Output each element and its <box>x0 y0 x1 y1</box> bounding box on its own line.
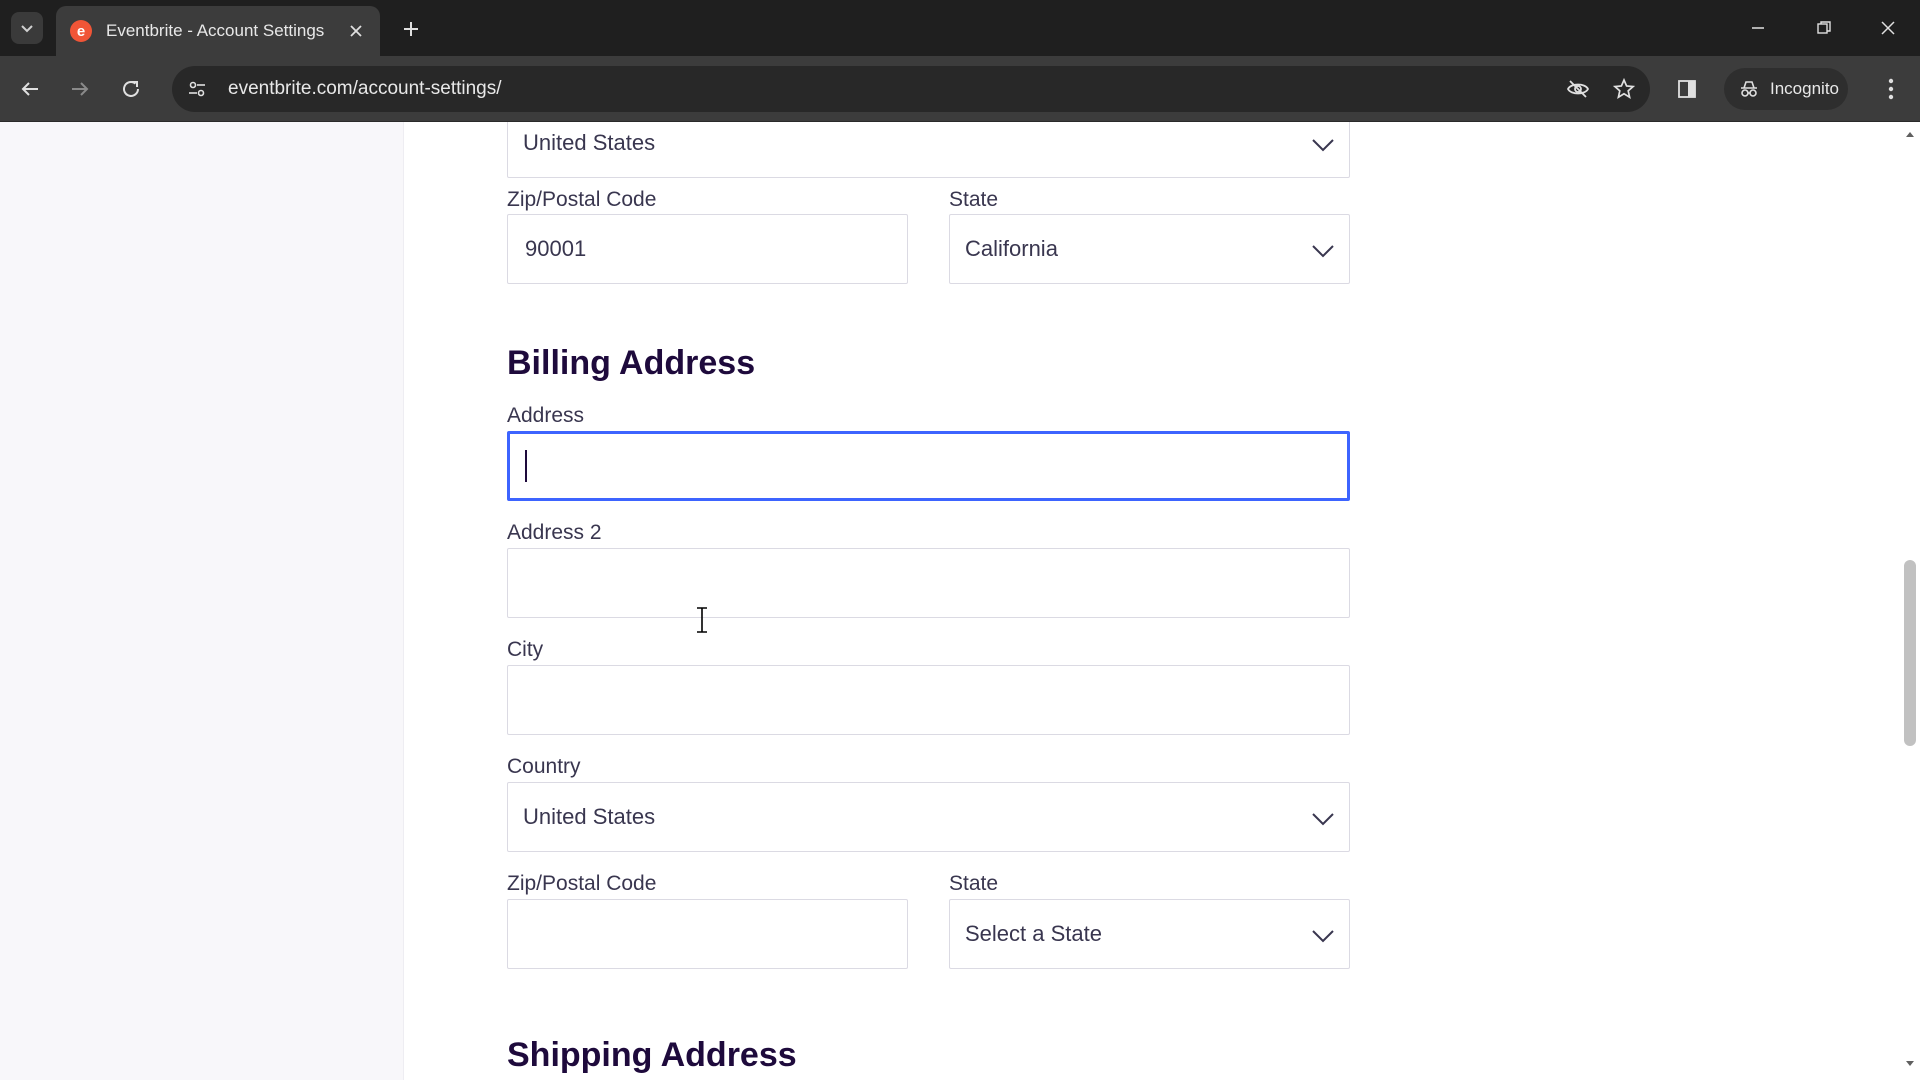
billing-city-input[interactable] <box>507 665 1350 735</box>
billing-zip-label: Zip/Postal Code <box>507 872 657 895</box>
more-vertical-icon <box>1888 78 1894 100</box>
home-zip-value: 90001 <box>525 236 587 261</box>
billing-zip-input[interactable] <box>507 899 908 969</box>
home-state-value: California <box>965 236 1058 261</box>
home-country-value: United States <box>523 130 656 155</box>
url-text[interactable]: eventbrite.com/account-settings/ <box>228 78 1558 100</box>
arrow-left-icon <box>21 82 38 96</box>
scroll-up-arrow-icon[interactable] <box>1904 128 1916 140</box>
tracking-protection-button[interactable] <box>1558 69 1598 109</box>
billing-address2-label: Address 2 <box>507 521 602 544</box>
billing-address-heading: Billing Address <box>507 344 756 382</box>
address-bar[interactable]: eventbrite.com/account-settings/ <box>172 66 1650 112</box>
home-country-select[interactable]: United States <box>507 122 1350 178</box>
tab-search-button[interactable] <box>11 12 43 44</box>
star-icon <box>1613 78 1635 99</box>
scroll-down-arrow-icon[interactable] <box>1904 1058 1916 1070</box>
billing-state-label: State <box>949 872 999 895</box>
billing-address-label: Address <box>507 404 585 427</box>
close-icon <box>350 25 362 37</box>
billing-address-input[interactable] <box>507 431 1350 501</box>
text-cursor-icon <box>697 607 707 633</box>
billing-city-label: City <box>507 638 544 661</box>
browser-menu-button[interactable] <box>1872 70 1910 108</box>
billing-state-select[interactable]: Select a State <box>949 899 1350 969</box>
chevron-down-icon <box>1312 813 1334 826</box>
new-tab-button[interactable] <box>396 14 426 44</box>
tab-close-button[interactable] <box>342 17 370 45</box>
home-state-select[interactable]: California <box>949 214 1350 284</box>
page-scrollbar[interactable] <box>1900 122 1920 1080</box>
tab-title: Eventbrite - Account Settings <box>106 21 325 40</box>
side-panel-icon <box>1678 80 1696 98</box>
browser-toolbar: eventbrite.com/account-settings/ Incogni… <box>0 56 1920 122</box>
chevron-down-icon <box>1312 245 1334 258</box>
browser-tab-bar: e Eventbrite - Account Settings <box>0 0 1920 56</box>
eye-off-icon <box>1566 80 1590 98</box>
home-zip-label: Zip/Postal Code <box>507 188 657 211</box>
chevron-down-icon <box>1312 930 1334 943</box>
close-window-button[interactable] <box>1868 10 1908 46</box>
forward-button[interactable] <box>61 70 99 108</box>
billing-country-value: United States <box>523 804 656 829</box>
page-content: United States Zip/Postal Code 90001 Stat… <box>0 122 1920 1080</box>
minimize-button[interactable] <box>1738 10 1778 46</box>
chevron-down-icon <box>21 25 33 33</box>
home-state-label: State <box>949 188 999 211</box>
scrollbar-thumb[interactable] <box>1904 560 1916 746</box>
home-zip-input[interactable]: 90001 <box>507 214 908 284</box>
minimize-icon <box>1752 27 1764 29</box>
tune-icon <box>189 81 205 97</box>
incognito-icon <box>1741 81 1757 97</box>
arrow-right-icon <box>72 82 89 96</box>
back-button[interactable] <box>11 70 49 108</box>
plus-icon <box>404 22 418 36</box>
text-caret <box>525 450 527 482</box>
eventbrite-favicon-icon: e <box>70 20 92 42</box>
reload-icon <box>123 80 139 97</box>
shipping-address-heading: Shipping Address <box>507 1036 797 1074</box>
chevron-down-icon <box>1312 139 1334 152</box>
incognito-indicator[interactable]: Incognito <box>1724 68 1848 110</box>
incognito-label: Incognito <box>1770 79 1839 98</box>
billing-state-value: Select a State <box>965 921 1102 946</box>
side-panel-button[interactable] <box>1668 70 1706 108</box>
billing-country-select[interactable]: United States <box>507 782 1350 852</box>
bookmark-button[interactable] <box>1604 69 1644 109</box>
restore-button[interactable] <box>1804 10 1844 46</box>
left-sidebar <box>0 122 404 1080</box>
svg-text:e: e <box>77 23 85 40</box>
site-info-button[interactable] <box>180 72 214 106</box>
restore-icon <box>1817 21 1831 34</box>
close-icon <box>1881 21 1895 35</box>
reload-button[interactable] <box>112 70 150 108</box>
billing-address2-input[interactable] <box>507 548 1350 618</box>
billing-country-label: Country <box>507 755 581 778</box>
browser-tab-active[interactable]: e Eventbrite - Account Settings <box>56 6 380 56</box>
